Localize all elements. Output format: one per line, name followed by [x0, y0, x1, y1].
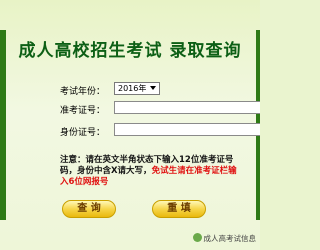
watermark: 成人高考试信息: [192, 233, 257, 244]
year-select-value: 2016年: [118, 84, 147, 93]
ticket-label: 准考证号：: [60, 106, 106, 116]
year-label: 考试年份：: [60, 87, 106, 97]
watermark-text: 成人高考试信息: [203, 234, 257, 243]
chevron-down-icon: [150, 86, 156, 90]
id-label: 身份证号：: [60, 128, 106, 138]
year-select[interactable]: 2016年: [114, 82, 160, 95]
page-title: 成人高校招生考试 录取查询: [18, 41, 242, 61]
ticket-number-input[interactable]: [114, 101, 260, 114]
wechat-icon: [192, 233, 202, 242]
id-number-input[interactable]: [114, 123, 260, 136]
query-button[interactable]: 查 询: [62, 200, 116, 218]
query-page: 成人高校招生考试 录取查询 考试年份： 2016年 准考证号： * 身份证号： …: [0, 0, 260, 250]
reset-button[interactable]: 重 填: [152, 200, 206, 218]
notice-text: 注意：请在英文半角状态下输入12位准考证号码，身份中含X请大写，免试生请在准考证…: [60, 155, 240, 188]
